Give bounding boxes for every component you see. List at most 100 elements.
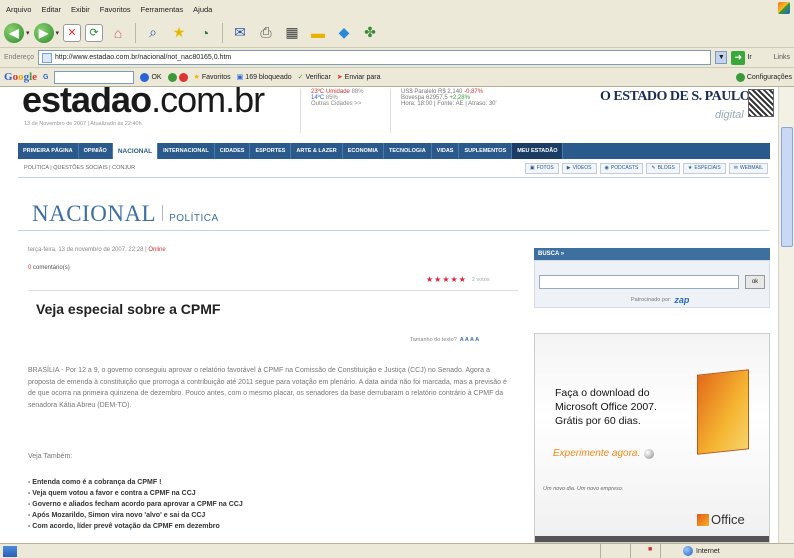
nav-meu-estadao[interactable]: MEU ESTADÃO <box>512 143 564 159</box>
address-url: http://www.estadao.com.br/nacional/not_n… <box>54 54 232 61</box>
site-header: estadao.com.br 13 de Novembro de 2007 | … <box>0 87 778 139</box>
security-zone[interactable]: Internet <box>683 546 720 556</box>
chip-blogs[interactable]: ✎ BLOGS <box>646 162 680 174</box>
favoritos-label: Favoritos <box>201 73 231 81</box>
search-icon[interactable]: ⌕ <box>142 22 164 44</box>
nav-cidades[interactable]: CIDADES <box>215 143 251 159</box>
list-item[interactable]: - Após Mozarildo, Simon vira novo 'alvo'… <box>28 510 518 521</box>
stop-icon[interactable]: ✕ <box>63 23 82 42</box>
nav-esportes[interactable]: ESPORTES <box>250 143 292 159</box>
google-toolbar: Google G OK ★ Favoritos ▣ 169 bloqueado ✓ V… <box>0 68 794 87</box>
mail-icon[interactable]: ✉ <box>229 22 251 44</box>
section-divider <box>162 205 164 221</box>
main-nav: PRIMEIRA PÁGINA OPINIÃO NACIONAL INTERNA… <box>18 143 770 159</box>
nav-suplementos[interactable]: SUPLEMENTOS <box>459 143 513 159</box>
chip-webmail[interactable]: ✉ WEBMAIL <box>728 162 768 174</box>
enviar-button[interactable]: ➤ Enviar para <box>337 73 381 82</box>
ad-cta-button[interactable]: Experimente agora. <box>553 448 655 459</box>
edit-icon[interactable]: ▦ <box>281 22 303 44</box>
rating[interactable]: ★★★★★ 2 votos <box>426 275 490 284</box>
subnav-links[interactable]: POLÍTICA | QUESTÕES SOCIAIS | CONJUR <box>24 165 135 171</box>
popup-blocked-button[interactable]: ▣ 169 bloqueado <box>237 73 292 82</box>
font-size-buttons[interactable]: A A A A <box>460 337 479 343</box>
list-item[interactable]: - Veja quem votou a favor e contra a CPM… <box>28 488 518 499</box>
history-icon[interactable]: ◔ <box>194 22 216 44</box>
google-search-input[interactable] <box>54 70 135 84</box>
weather-other-cities[interactable]: Outras Cidades >> <box>311 101 382 107</box>
home-icon[interactable]: ⌂ <box>107 22 129 44</box>
scrollbar-thumb[interactable] <box>781 127 793 247</box>
menu-ajuda[interactable]: Ajuda <box>193 5 212 14</box>
print-icon[interactable]: ⎙ <box>255 22 277 44</box>
favorites-star-icon[interactable]: ★ <box>168 22 190 44</box>
address-input[interactable]: http://www.estadao.com.br/nacional/not_n… <box>37 50 712 65</box>
list-item[interactable]: - Governo e aliados fecham acordo para a… <box>28 499 518 510</box>
see-also-label: Veja Também: <box>28 453 73 460</box>
chip-label: VÍDEOS <box>572 165 592 171</box>
zap-logo[interactable]: zap <box>674 295 689 305</box>
estadao-logo[interactable]: estadao.com.br <box>22 87 265 121</box>
nav-nacional[interactable]: NACIONAL <box>112 143 159 159</box>
favoritos-button[interactable]: ★ Favoritos <box>194 73 231 82</box>
chip-label: PODCASTS <box>610 165 639 171</box>
site-search-input[interactable] <box>539 275 739 289</box>
rating-stars-icon[interactable]: ★★★★★ <box>426 275 467 284</box>
pagerank-icon[interactable] <box>167 72 188 82</box>
menu-favoritos[interactable]: Favoritos <box>100 5 131 14</box>
address-dropdown-button[interactable]: ▼ <box>715 51 728 64</box>
google-logo[interactable]: Google <box>4 71 37 83</box>
links-button[interactable]: Links <box>774 54 790 61</box>
ad-line: Microsoft Office 2007. <box>555 401 657 413</box>
forward-button[interactable]: ▶ ▾ <box>33 22 59 44</box>
configuracoes-button[interactable]: Configurações <box>735 72 792 82</box>
vertical-scrollbar[interactable] <box>778 87 794 543</box>
nav-vidas[interactable]: VIDAS <box>432 143 460 159</box>
menu-arquivo[interactable]: Arquivo <box>6 5 31 14</box>
section-heading: NACIONAL POLÍTICA <box>32 201 219 227</box>
go-button[interactable]: ➜ Ir <box>731 50 752 65</box>
check-icon: ✓ <box>297 74 304 81</box>
blog-icon: ✎ <box>651 165 656 171</box>
weather-t1v: 88% <box>351 89 364 95</box>
research-icon[interactable]: ✤ <box>359 22 381 44</box>
menu-ferramentas[interactable]: Ferramentas <box>141 5 184 14</box>
page-status-icon <box>3 545 17 557</box>
nav-opiniao[interactable]: OPINIÃO <box>79 143 113 159</box>
menu-editar[interactable]: Editar <box>41 5 61 14</box>
chip-videos[interactable]: ▶ VÍDEOS <box>561 162 597 174</box>
comments-link[interactable]: 0 comentário(s) <box>28 265 70 271</box>
chip-fotos[interactable]: ▣ FOTOS <box>524 162 559 174</box>
back-button[interactable]: ◀ ▾ <box>4 22 30 44</box>
ad-cta-label: Experimente agora. <box>553 448 641 459</box>
messenger-icon[interactable]: ◆ <box>333 22 355 44</box>
menu-exibir[interactable]: Exibir <box>71 5 90 14</box>
popup-status-icon[interactable]: ■ <box>648 546 652 553</box>
chip-podcasts[interactable]: ◉ PODCASTS <box>599 162 644 174</box>
logo-tld: .com.br <box>151 87 265 120</box>
nav-primeira-pagina[interactable]: PRIMEIRA PÁGINA <box>18 143 79 159</box>
camera-icon: ▣ <box>529 165 535 171</box>
chip-especiais[interactable]: ★ ESPECIAIS <box>682 162 726 174</box>
section-subtitle[interactable]: POLÍTICA <box>169 213 219 224</box>
nav-economia[interactable]: ECONOMIA <box>343 143 384 159</box>
weather-widget[interactable]: 23ºC Umidade 88% 14ºC 85% Outras Cidades… <box>300 89 382 133</box>
page-icon <box>41 52 52 63</box>
folder-icon[interactable]: ▬ <box>307 22 329 44</box>
refresh-icon[interactable]: ⟳ <box>85 23 104 42</box>
verificar-button[interactable]: ✓ Verificar <box>297 73 331 82</box>
google-ok-button[interactable]: OK <box>140 72 162 82</box>
video-icon: ▶ <box>566 165 571 171</box>
office-ad[interactable]: Faça o download do Microsoft Office 2007… <box>534 333 770 543</box>
oesp-logo[interactable]: O ESTADO DE S. PAULO <box>600 89 751 105</box>
nav-tecnologia[interactable]: TECNOLOGIA <box>384 143 432 159</box>
google-g-dropdown[interactable]: G <box>43 74 48 81</box>
sponsor-label: Patrocinado por: <box>631 297 672 303</box>
list-item[interactable]: - Com acordo, líder prevê votação da CPM… <box>28 521 518 532</box>
toolbar-separator <box>222 22 224 43</box>
search-ok-button[interactable]: ok <box>745 275 765 289</box>
nav-internacional[interactable]: INTERNACIONAL <box>158 143 215 159</box>
list-item[interactable]: - Entenda como é a cobrança da CPMF ! <box>28 477 518 488</box>
nav-arte-lazer[interactable]: ARTE & LAZER <box>291 143 343 159</box>
address-label: Endereço <box>4 54 34 61</box>
search-header: BUSCA » <box>534 248 770 260</box>
